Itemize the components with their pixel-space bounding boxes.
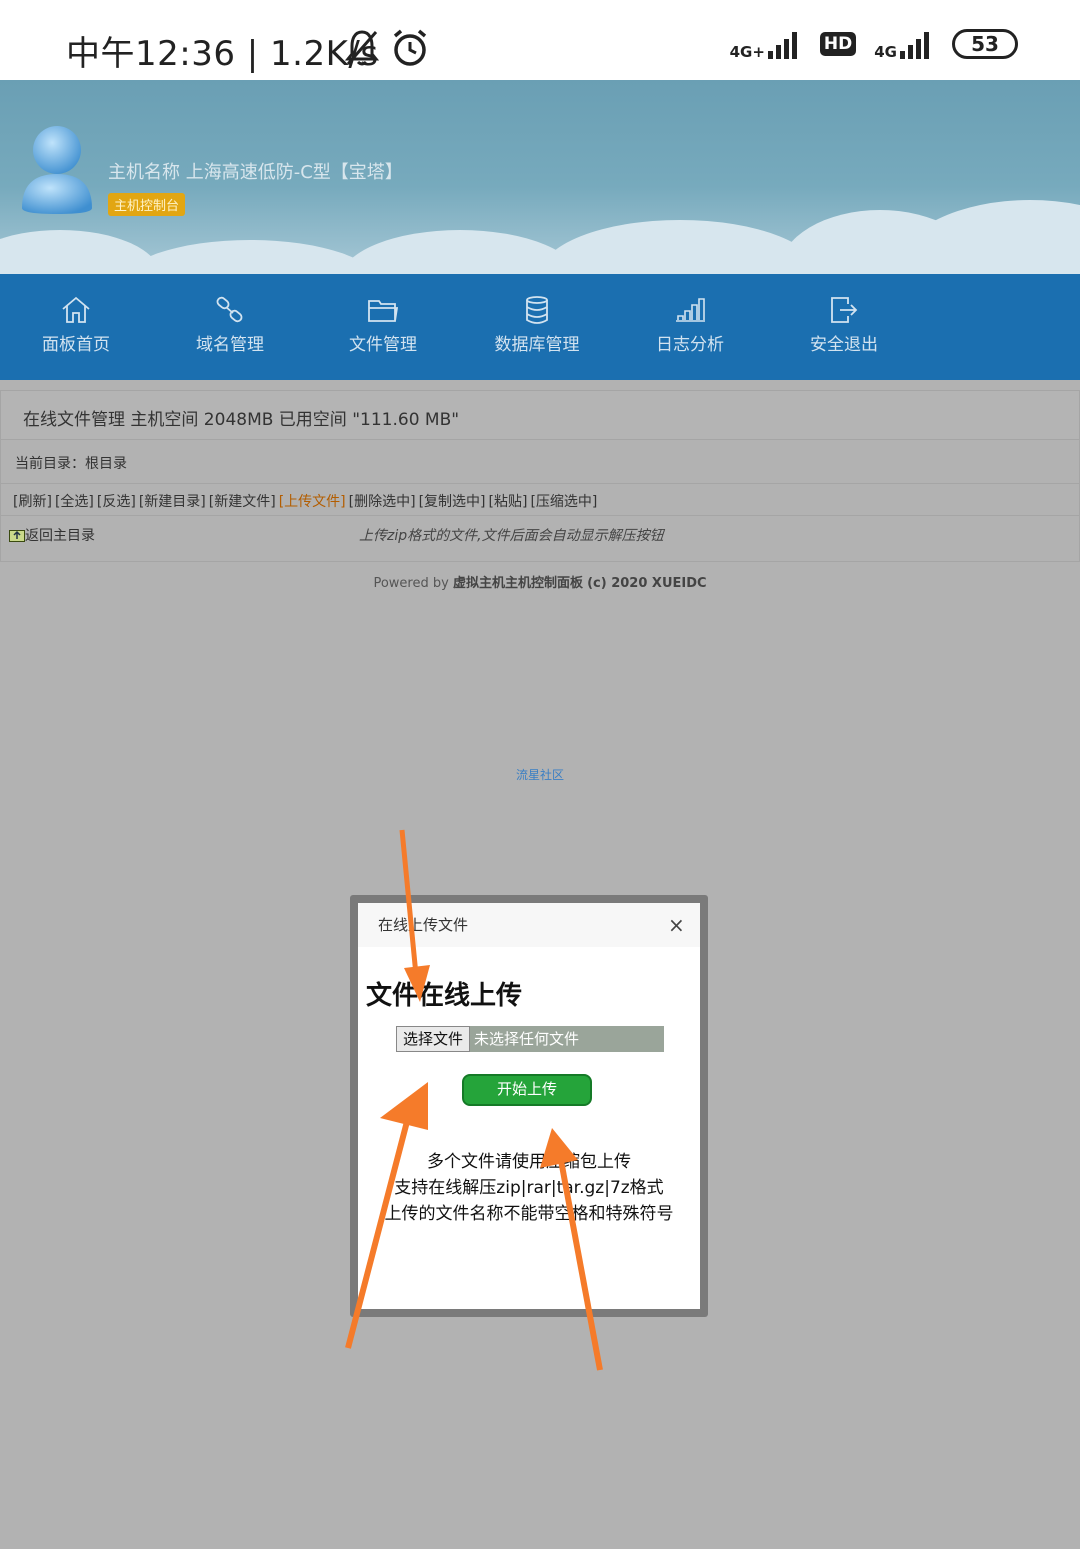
network-type-2: 4G [874,43,897,61]
file-input[interactable]: 选择文件 未选择任何文件 [396,1026,664,1052]
cloud-decoration [540,220,820,274]
host-name: 主机名称 上海高速低防-C型【宝塔】 [108,162,403,183]
main-nav: 面板首页 域名管理 文件管理 数据库管理 日志分析 安全退出 [0,274,1080,380]
nav-label: 文件管理 [349,335,417,355]
back-row: 返回主目录 上传zip格式的文件,文件后面会自动显示解压按钮 [0,516,1080,562]
battery-icon: 53 [952,29,1018,59]
file-manager-title-bar: 在线文件管理 主机空间 2048MB 已用空间 "111.60 MB" [0,390,1080,440]
folder-icon [368,300,399,322]
database-icon [526,296,548,324]
choose-file-button[interactable]: 选择文件 [396,1026,471,1052]
dialog-title: 在线上传文件 [378,916,469,934]
user-avatar-icon [22,126,92,214]
community-link[interactable]: 流星社区 [0,766,1080,783]
tool-new-directory[interactable]: [新建目录] [139,494,206,510]
back-to-root-link[interactable]: 返回主目录 [9,525,95,545]
tool-upload-file[interactable]: [上传文件] [279,494,346,510]
file-status: 未选择任何文件 [474,1030,580,1048]
host-console-badge[interactable]: 主机控制台 [108,193,186,216]
tool-invert-selection[interactable]: [反选] [97,494,136,510]
upload-heading: 文件在线上传 [366,981,523,1011]
tool-paste[interactable]: [粘贴] [489,494,528,510]
tool-copy-selected[interactable]: [复制选中] [419,494,486,510]
nav-item-database[interactable]: 数据库管理 [477,296,597,355]
bell-muted-icon [344,30,380,66]
status-right-icons: 4G+ HD 4G 53 [730,24,1018,64]
close-icon[interactable]: × [668,915,685,935]
hd-badge: HD [819,32,857,56]
tool-delete-selected[interactable]: [删除选中] [349,494,416,510]
page-header: 主机名称 上海高速低防-C型【宝塔】 主机控制台 [0,80,1080,274]
nav-item-logout[interactable]: 安全退出 [784,296,904,355]
dialog-header: 在线上传文件 × [358,903,700,947]
nav-label: 日志分析 [656,335,724,355]
powered-by: Powered by 虚拟主机主机控制面板 (c) 2020 XUEIDC [0,572,1080,591]
upload-notes: 多个文件请使用压缩包上传 支持在线解压zip|rar|tar.gz|7z格式 上… [358,1149,700,1227]
tool-new-file[interactable]: [新建文件] [209,494,276,510]
powered-prefix: Powered by [373,576,449,591]
nav-label: 域名管理 [196,335,264,355]
battery-level: 53 [971,32,999,56]
note-line: 支持在线解压zip|rar|tar.gz|7z格式 [394,1178,664,1198]
nav-item-files[interactable]: 文件管理 [323,296,443,355]
powered-suffix: (c) 2020 XUEIDC [587,576,707,591]
current-directory-row: 当前目录：根目录 [0,440,1080,484]
start-upload-button[interactable]: 开始上传 [462,1074,592,1106]
signal-1: 4G+ [729,29,802,61]
tool-select-all[interactable]: [全选] [55,494,94,510]
alarm-icon [393,29,427,66]
upload-dialog-body: 在线上传文件 × 文件在线上传 选择文件 未选择任何文件 开始上传 多个文件请使… [358,903,700,1309]
folder-up-icon [9,530,25,542]
logout-icon [831,297,858,323]
current-directory: 当前目录：根目录 [15,456,127,472]
tool-refresh[interactable]: [刷新] [13,494,52,510]
status-bar: 中午12:36 | 1.2K/s 4G+ HD 4G 53 [0,0,1080,80]
nav-item-domain[interactable]: 域名管理 [170,296,290,355]
upload-zip-hint: 上传zip格式的文件,文件后面会自动显示解压按钮 [359,528,664,544]
tool-compress-selected[interactable]: [压缩选中] [530,494,597,510]
bar-chart-icon [676,298,705,322]
note-line: 多个文件请使用压缩包上传 [427,1152,631,1172]
back-to-root-label: 返回主目录 [25,528,95,544]
nav-label: 面板首页 [42,335,110,355]
file-toolbar: [刷新] [全选] [反选] [新建目录] [新建文件] [上传文件] [删除选中] [复制选… [0,484,1080,516]
nav-label: 数据库管理 [494,335,580,355]
nav-item-panel-home[interactable]: 面板首页 [16,296,136,355]
home-icon [62,296,90,323]
link-icon [216,296,243,323]
signal-bars-icon [767,32,797,59]
cloud-decoration [120,240,380,274]
note-line: 上传的文件名称不能带空格和特殊符号 [384,1204,674,1224]
signal-2: 4G [874,29,934,61]
upload-dialog: 在线上传文件 × 文件在线上传 选择文件 未选择任何文件 开始上传 多个文件请使… [350,895,708,1317]
powered-name: 虚拟主机主机控制面板 [452,576,583,591]
cloud-decoration [900,200,1080,274]
nav-item-logs[interactable]: 日志分析 [630,296,750,355]
signal-bars-icon [900,32,929,59]
network-type-1: 4G+ [729,43,765,61]
status-time: 中午12:36 | 1.2K/s [66,34,379,74]
nav-label: 安全退出 [810,335,878,355]
file-manager-title: 在线文件管理 主机空间 2048MB 已用空间 "111.60 MB" [23,410,460,430]
